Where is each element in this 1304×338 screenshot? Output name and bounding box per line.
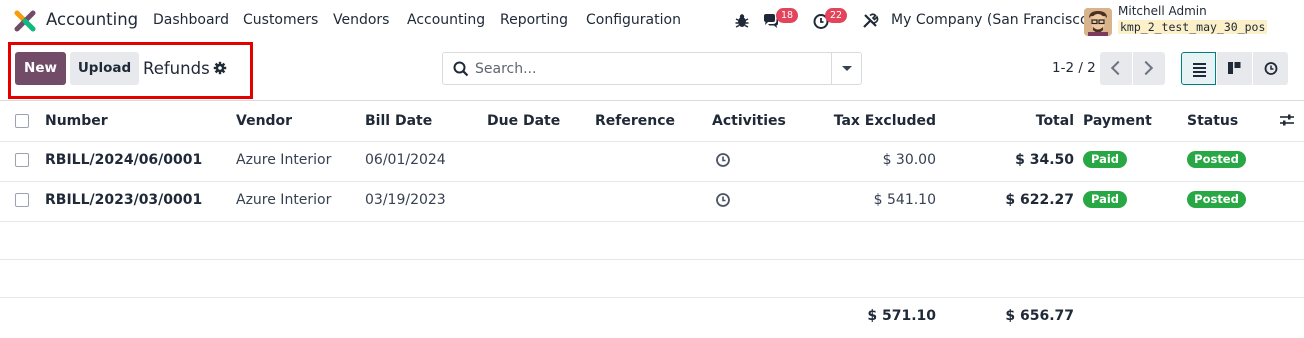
column-bill-date[interactable]: Bill Date <box>365 113 432 129</box>
search-options-toggle[interactable] <box>831 53 861 84</box>
column-total[interactable]: Total <box>960 113 1074 129</box>
column-tax-excluded[interactable]: Tax Excluded <box>800 113 936 129</box>
activities-badge: 22 <box>825 8 848 23</box>
select-all-checkbox[interactable] <box>15 114 29 128</box>
chevron-right-icon <box>1138 60 1154 76</box>
column-due-date[interactable]: Due Date <box>487 113 560 129</box>
search-input[interactable] <box>475 57 825 81</box>
empty-row-divider <box>0 259 1304 260</box>
column-reference[interactable]: Reference <box>595 113 675 129</box>
accounting-app-icon[interactable] <box>14 10 36 32</box>
column-vendor[interactable]: Vendor <box>236 113 292 129</box>
header-divider <box>0 141 1304 142</box>
column-number[interactable]: Number <box>45 113 108 129</box>
page-title: Refunds <box>143 59 210 78</box>
row-tax-excluded[interactable]: $ 30.00 <box>800 152 936 168</box>
total-amount: $ 656.77 <box>1005 308 1074 324</box>
table-top-border <box>0 100 1304 101</box>
messages-badge: 18 <box>776 8 799 23</box>
activity-clock-icon[interactable] <box>715 152 731 168</box>
row-bill-date[interactable]: 06/01/2024 <box>365 152 446 168</box>
pager-previous-button[interactable] <box>1100 52 1132 85</box>
row-tax-excluded[interactable]: $ 541.10 <box>800 192 936 208</box>
search-icon[interactable] <box>453 61 469 77</box>
total-tax-excluded: $ 571.10 <box>867 308 936 324</box>
pager-value[interactable]: 1-2 / 2 <box>1052 60 1096 76</box>
payment-status-badge: Paid <box>1083 191 1127 208</box>
search-bar <box>442 52 862 85</box>
payment-status-badge: Paid <box>1083 151 1127 168</box>
list-view-button[interactable] <box>1181 52 1216 85</box>
chevron-left-icon <box>1110 60 1126 76</box>
row-total[interactable]: $ 622.27 <box>960 192 1074 208</box>
app-name[interactable]: Accounting <box>46 10 138 29</box>
kanban-view-icon <box>1228 62 1241 74</box>
menu-customers[interactable]: Customers <box>243 12 318 28</box>
row-vendor[interactable]: Azure Interior <box>236 192 331 208</box>
gear-icon[interactable] <box>213 61 227 75</box>
tools-icon[interactable] <box>861 12 879 30</box>
column-status[interactable]: Status <box>1187 113 1238 129</box>
activity-view-icon <box>1264 62 1278 75</box>
user-avatar[interactable] <box>1084 8 1112 36</box>
row-total[interactable]: $ 34.50 <box>960 152 1074 168</box>
menu-dashboard[interactable]: Dashboard <box>153 12 229 28</box>
menu-configuration[interactable]: Configuration <box>586 12 681 28</box>
row-checkbox[interactable] <box>15 153 29 167</box>
new-button[interactable]: New <box>15 52 66 85</box>
user-name[interactable]: Mitchell Admin <box>1118 4 1207 18</box>
top-navbar: Accounting Dashboard Customers Vendors A… <box>0 0 1304 42</box>
column-payment[interactable]: Payment <box>1083 113 1152 129</box>
menu-vendors[interactable]: Vendors <box>333 12 389 28</box>
kanban-view-button[interactable] <box>1217 52 1252 85</box>
pager-next-button[interactable] <box>1133 52 1165 85</box>
row-number[interactable]: RBILL/2023/03/0001 <box>45 192 202 208</box>
column-activities[interactable]: Activities <box>712 113 786 129</box>
activity-clock-icon[interactable] <box>715 192 731 208</box>
company-switcher[interactable]: My Company (San Francisco) <box>891 12 1094 28</box>
row-bill-date[interactable]: 03/19/2023 <box>365 192 446 208</box>
row-divider <box>0 221 1304 222</box>
upload-button[interactable]: Upload <box>70 52 139 85</box>
list-view-icon <box>1193 63 1206 77</box>
bug-icon[interactable] <box>733 12 751 30</box>
row-vendor[interactable]: Azure Interior <box>236 152 331 168</box>
row-divider <box>0 181 1304 182</box>
optional-columns-icon[interactable] <box>1279 112 1295 128</box>
database-name: kmp_2_test_may_30_pos <box>1118 20 1268 34</box>
activity-view-button[interactable] <box>1253 52 1288 85</box>
footer-divider <box>0 297 1304 298</box>
status-badge: Posted <box>1187 151 1246 168</box>
row-number[interactable]: RBILL/2024/06/0001 <box>45 152 202 168</box>
menu-accounting[interactable]: Accounting <box>407 12 485 28</box>
row-checkbox[interactable] <box>15 193 29 207</box>
menu-reporting[interactable]: Reporting <box>500 12 568 28</box>
status-badge: Posted <box>1187 191 1246 208</box>
avatar-image-icon <box>1084 8 1112 36</box>
